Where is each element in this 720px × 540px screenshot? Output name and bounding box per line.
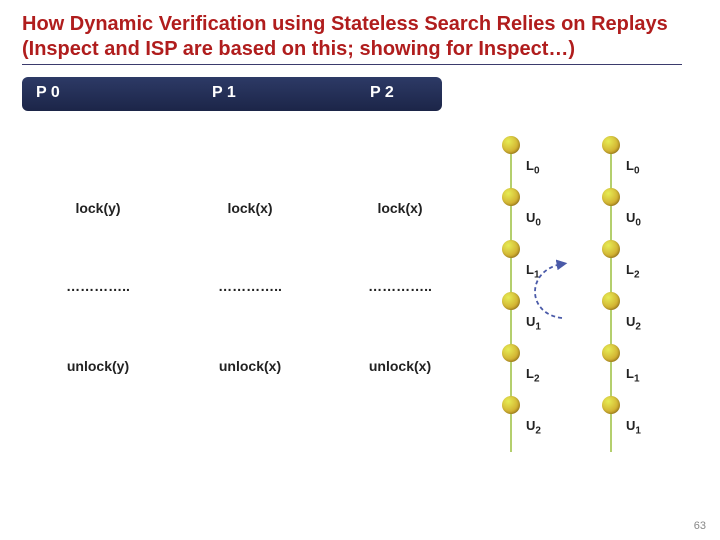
p2-row2: unlock(x) [340,358,460,374]
bead-icon [502,136,520,154]
trace-left-lab0: L0 [526,158,540,177]
bead-icon [602,240,620,258]
col-header-p2: P 2 [370,84,394,102]
p2-row0: lock(x) [340,200,460,216]
trace-left-lab3: U1 [526,314,541,333]
bead-icon [502,188,520,206]
bead-icon [602,188,620,206]
trace-left-lab2: L1 [526,262,540,281]
p0-row0: lock(y) [38,200,158,216]
col-header-p1: P 1 [212,84,236,102]
trace-right-lab3: U2 [626,314,641,333]
trace-left-lab5: U2 [526,418,541,437]
slide-title: How Dynamic Verification using Stateless… [22,12,698,62]
trace-left-lab1: U0 [526,210,541,229]
bead-icon [502,344,520,362]
trace-right-lab0: L0 [626,158,640,177]
p0-row2: unlock(y) [38,358,158,374]
trace-right-lab5: U1 [626,418,641,437]
bead-icon [502,396,520,414]
slide: How Dynamic Verification using Stateless… [0,0,720,540]
trace-right-lab1: U0 [626,210,641,229]
col-header-p0: P 0 [36,84,60,102]
p1-row2: unlock(x) [190,358,310,374]
trace-diagram: L0 U0 L1 U1 L2 U2 L0 U0 L2 U2 L1 U1 [480,140,690,500]
bead-icon [602,292,620,310]
trace-right-lab2: L2 [626,262,640,281]
p1-row0: lock(x) [190,200,310,216]
p2-row1: ………….. [340,278,460,294]
bead-icon [502,240,520,258]
title-underline [22,64,682,65]
bead-icon [602,344,620,362]
p0-row1: ………….. [38,278,158,294]
trace-left-lab4: L2 [526,366,540,385]
bead-icon [602,136,620,154]
page-number: 63 [694,520,706,532]
p1-row1: ………….. [190,278,310,294]
process-header-bar: P 0 P 1 P 2 [22,77,442,111]
trace-right-lab4: L1 [626,366,640,385]
bead-icon [502,292,520,310]
bead-icon [602,396,620,414]
